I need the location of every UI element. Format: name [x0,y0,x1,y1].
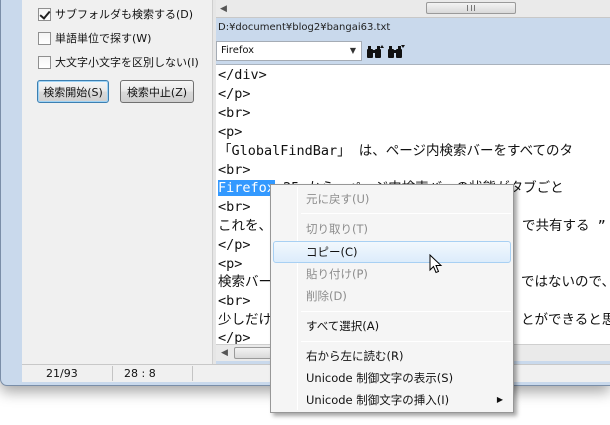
start-search-button[interactable]: 検索開始(S) [37,80,109,103]
menu-item-cut[interactable]: 切り取り(T) [273,218,511,240]
context-menu: 元に戻す(U) 切り取り(T) コピー(C) 貼り付け(P) 削除(D) すべて… [270,184,514,413]
search-options-panel: サブフォルダも検索する(D) 単語単位で探す(W) 大文字小文字を区別しない(I… [22,0,212,364]
file-path: D:¥document¥blog2¥bangai63.txt [218,22,391,33]
grip-icon [467,5,475,11]
editor-line: これを、 [218,218,272,234]
binoculars-down-icon[interactable] [387,44,405,60]
menu-item-copy[interactable]: コピー(C) [273,241,511,263]
editor-line: <br> [218,293,251,309]
mouse-pointer-icon [429,254,443,274]
menu-separator [301,311,511,312]
editor-line: </div> [218,67,267,83]
status-divider [112,366,113,381]
menu-item-insert-unicode-control[interactable]: Unicode 制御文字の挿入(I) ▶ [273,389,511,411]
editor-line: 「GlobalFindBar」 は、ページ内検索バーをすべてのタ [218,143,574,159]
status-divider [192,366,193,381]
menu-item-label: Unicode 制御文字の挿入(I) [306,393,450,407]
menu-item-paste[interactable]: 貼り付け(P) [273,263,511,285]
menu-item-delete[interactable]: 削除(D) [273,285,511,307]
subfolder-checkbox[interactable]: サブフォルダも検索する(D) [38,6,193,22]
editor-line: <br> [218,199,251,215]
editor-line: 少しだけ [218,312,272,328]
results-horizontal-scrollbar[interactable]: ◀ [216,0,610,18]
checkbox-unchecked-icon [38,55,51,69]
binoculars-up-icon[interactable] [366,44,384,60]
whole-word-checkbox[interactable]: 単語単位で探す(W) [38,30,151,46]
menu-item-show-unicode-control[interactable]: Unicode 制御文字の表示(S) [273,367,511,389]
ignore-case-checkbox[interactable]: 大文字小文字を区別しない(I) [38,54,199,70]
editor-line: </p> [218,330,251,344]
menu-separator [301,213,511,214]
editor-line: </p> [218,237,251,253]
editor-line-tail: で共有する ” [522,218,606,234]
editor-line-tail: ではないので、 [521,274,610,290]
editor-line-tail: とができると思 [521,312,610,328]
selected-text: Firefox [218,180,275,196]
editor-line: <br> [218,105,251,121]
editor-line: </p> [218,86,251,102]
checkbox-unchecked-icon [38,31,51,45]
stop-search-button[interactable]: 検索中止(Z) [120,80,194,103]
menu-item-select-all[interactable]: すべて選択(A) [273,315,511,337]
submenu-arrow-icon: ▶ [496,395,503,404]
screenshot-root: サブフォルダも検索する(D) 単語単位で探す(W) 大文字小文字を区別しない(I… [0,0,610,425]
search-combo[interactable]: Firefox ▼ [216,41,362,61]
editor-line: <p> [218,256,243,272]
line-count: 21/93 [46,367,78,380]
search-value: Firefox [221,45,255,56]
editor-line: 検索バー [218,274,272,290]
whole-word-label: 単語単位で探す(W) [55,32,152,45]
menu-item-undo[interactable]: 元に戻す(U) [273,188,511,210]
subfolder-label: サブフォルダも検索する(D) [55,8,194,21]
ignore-case-label: 大文字小文字を区別しない(I) [55,56,199,69]
editor-line: <br> [218,162,251,178]
cursor-position: 28 : 8 [124,367,156,380]
scroll-left-arrow-icon[interactable]: ◀ [220,4,227,14]
editor-line: <p> [218,124,243,140]
menu-separator [301,341,511,342]
checkbox-checked-icon [38,7,51,21]
scroll-left-arrow-icon[interactable]: ◀ [221,348,228,358]
chevron-down-icon[interactable]: ▼ [347,44,359,58]
menu-item-rtl-reading[interactable]: 右から左に読む(R) [273,345,511,367]
